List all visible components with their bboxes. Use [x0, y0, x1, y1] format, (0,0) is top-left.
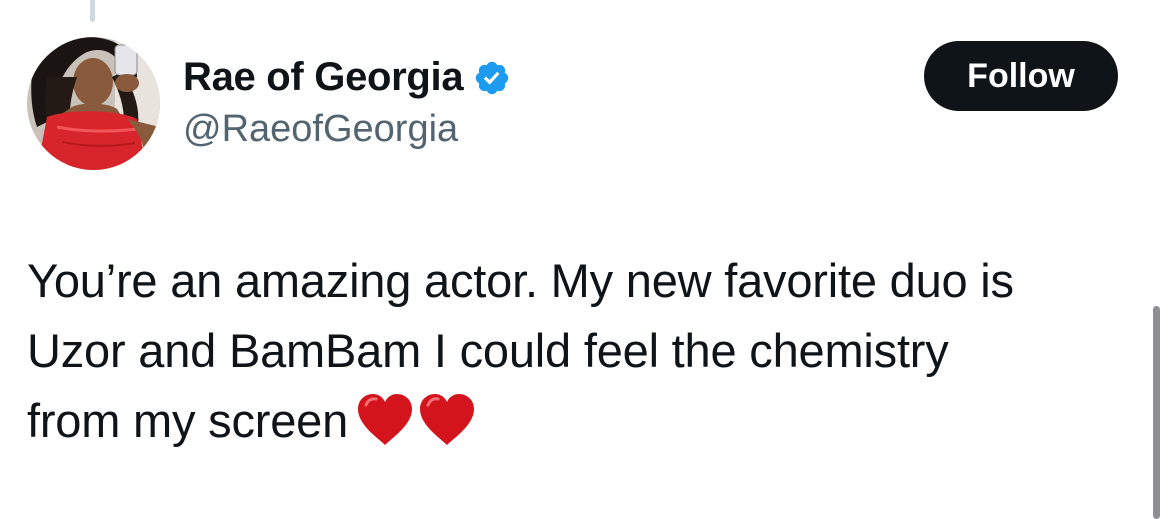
tweet-text: You’re an amazing actor. My new favorite… — [27, 246, 1137, 456]
author-display-name[interactable]: Rae of Georgia — [183, 55, 464, 100]
tweet-text-line: from my screen — [27, 394, 349, 447]
follow-button[interactable]: Follow — [924, 41, 1118, 111]
avatar[interactable] — [27, 37, 160, 170]
red-heart-emoji-icon — [358, 394, 413, 445]
tweet-text-line: You’re an amazing actor. My new favorite… — [27, 254, 1014, 307]
verified-badge-icon[interactable] — [473, 59, 511, 97]
scrollbar-thumb[interactable] — [1153, 306, 1160, 519]
avatar-image — [27, 37, 160, 170]
red-heart-emoji-icon — [420, 394, 475, 445]
heart-emoji-group — [356, 393, 476, 447]
author-name-row[interactable]: Rae of Georgia — [183, 52, 511, 102]
tweet-text-line-with-emoji: from my screen — [27, 386, 1137, 456]
tweet-text-line: Uzor and BamBam I could feel the chemist… — [27, 324, 949, 377]
thread-connector-line — [90, 0, 95, 22]
author-handle[interactable]: @RaeofGeorgia — [183, 108, 458, 151]
